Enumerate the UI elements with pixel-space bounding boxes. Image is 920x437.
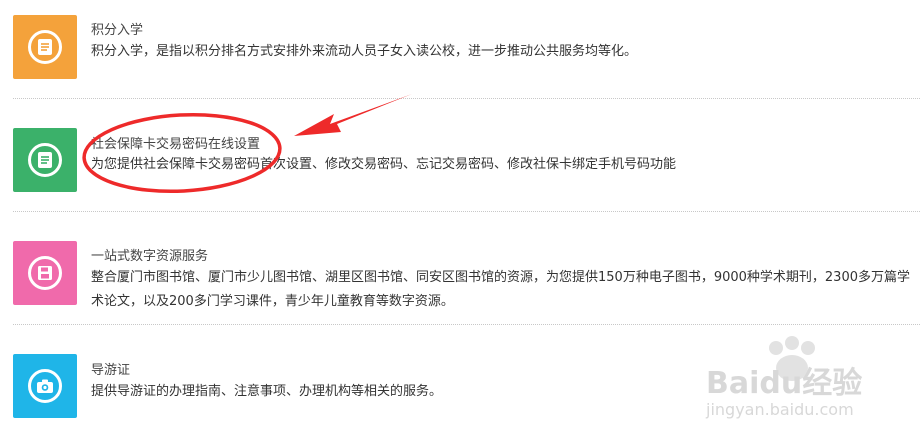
baidu-watermark: Baidu经验 jingyan.baidu.com [702,336,912,428]
watermark-brand: Baidu经验 [706,366,863,401]
service-description: 整合厦门市图书馆、厦门市少儿图书馆、湖里区图书馆、同安区图书馆的资源，为您提供1… [91,270,910,309]
service-icon-tile [13,241,77,305]
divider [13,98,920,99]
watermark-url: jingyan.baidu.com [706,400,854,419]
camera-icon [28,369,62,403]
service-description: 为您提供社会保障卡交易密码首次设置、修改交易密码、忘记交易密码、修改社保卡绑定手… [91,157,677,172]
service-icon-tile [13,128,77,192]
service-icon-tile [13,354,77,418]
floppy-disk-icon [28,256,62,290]
service-title[interactable]: 一站式数字资源服务 [91,245,208,264]
service-title[interactable]: 社会保障卡交易密码在线设置 [91,133,260,152]
red-arrow [294,94,412,136]
service-title[interactable]: 导游证 [91,359,130,378]
document-icon [28,143,62,177]
divider [13,324,920,325]
service-icon-tile [13,15,77,79]
divider [13,211,920,212]
service-description: 积分入学，是指以积分排名方式安排外来流动人员子女入读公校，进一步推动公共服务均等… [91,44,638,59]
document-icon [28,30,62,64]
service-title[interactable]: 积分入学 [91,19,143,38]
